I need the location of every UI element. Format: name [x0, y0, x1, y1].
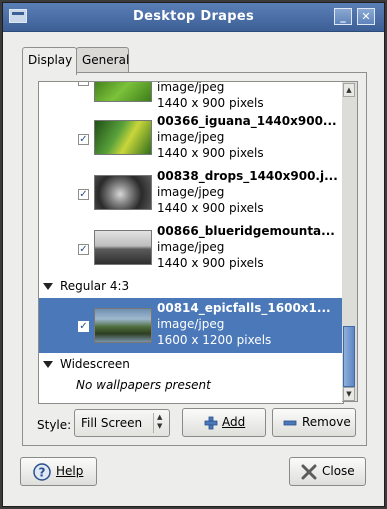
- wallpaper-thumbnail: [94, 120, 152, 155]
- expander-arrow-icon[interactable]: [43, 361, 53, 368]
- item-mime: image/jpeg: [157, 317, 225, 331]
- enable-checkbox[interactable]: ✓: [78, 82, 89, 86]
- tab-display[interactable]: Display: [22, 47, 77, 75]
- list-item[interactable]: ✓ 00838_drops_1440x900.j... image/jpeg 1…: [39, 166, 343, 220]
- expander-arrow-icon[interactable]: [43, 283, 53, 290]
- item-mime: image/jpeg: [157, 130, 225, 144]
- group-regular-4-3[interactable]: Regular 4:3: [39, 276, 343, 298]
- item-name: 00814_epicfalls_1600x1...: [157, 301, 331, 315]
- enable-checkbox[interactable]: ✓: [78, 189, 89, 200]
- tab-display-label: Display: [28, 53, 73, 67]
- style-combobox[interactable]: Fill Screen ▲ ▼: [74, 409, 170, 437]
- close-x-icon: [301, 464, 317, 480]
- item-name: 00866_blueridgemounta...: [157, 224, 335, 238]
- minus-icon: [283, 420, 297, 426]
- item-size: 1440 x 900 pixels: [157, 96, 264, 110]
- combo-separator: [153, 413, 154, 433]
- list-item[interactable]: ✓ image/jpeg 1440 x 900 pixels: [39, 81, 343, 113]
- item-size: 1440 x 900 pixels: [157, 256, 264, 270]
- wallpaper-thumbnail: [94, 308, 152, 343]
- wallpaper-thumbnail: [94, 175, 152, 210]
- wallpaper-list[interactable]: ✓ image/jpeg 1440 x 900 pixels ✓ 00366_i…: [38, 81, 344, 404]
- tab-general[interactable]: General: [76, 47, 129, 73]
- item-size: 1600 x 1200 pixels: [157, 333, 272, 347]
- item-size: 1440 x 900 pixels: [157, 146, 264, 160]
- window-title: Desktop Drapes: [132, 9, 254, 24]
- item-mime: image/jpeg: [157, 81, 225, 94]
- display-tab-panel: ✓ image/jpeg 1440 x 900 pixels ✓ 00366_i…: [22, 72, 367, 446]
- list-item[interactable]: ✓ 00866_blueridgemounta... image/jpeg 14…: [39, 221, 343, 275]
- enable-checkbox[interactable]: ✓: [78, 244, 89, 255]
- wallpaper-thumbnail: [94, 230, 152, 265]
- scroll-thumb[interactable]: [343, 326, 355, 387]
- empty-group-message: No wallpapers present: [76, 378, 211, 392]
- list-item-selected[interactable]: ✓ 00814_epicfalls_1600x1... image/jpeg 1…: [39, 298, 343, 353]
- add-button-label: Add: [222, 415, 246, 429]
- style-label: Style:: [37, 418, 72, 432]
- close-button[interactable]: Close: [289, 457, 366, 486]
- svg-text:?: ?: [39, 466, 46, 480]
- item-info: 00866_blueridgemounta... image/jpeg 1440…: [157, 223, 335, 271]
- item-size: 1440 x 900 pixels: [157, 201, 264, 215]
- help-icon: ?: [33, 463, 51, 481]
- item-mime: image/jpeg: [157, 240, 225, 254]
- scroll-down-button[interactable]: ▼: [343, 387, 355, 401]
- plus-icon: [204, 416, 218, 430]
- item-info: 00838_drops_1440x900.j... image/jpeg 144…: [157, 168, 338, 216]
- item-info: 00366_iguana_1440x900... image/jpeg 1440…: [157, 113, 337, 161]
- item-info: image/jpeg 1440 x 900 pixels: [157, 81, 264, 111]
- close-button-label: Close: [322, 464, 355, 478]
- group-label: Widescreen: [60, 357, 130, 371]
- close-icon: ✕: [361, 10, 371, 23]
- style-value: Fill Screen: [81, 416, 143, 430]
- scroll-up-button[interactable]: ▲: [343, 83, 355, 97]
- enable-checkbox[interactable]: ✓: [78, 134, 89, 145]
- tab-general-label: General: [82, 53, 130, 67]
- item-name: 00366_iguana_1440x900...: [157, 114, 337, 128]
- minimize-icon: _: [340, 10, 346, 23]
- item-mime: image/jpeg: [157, 185, 225, 199]
- list-item[interactable]: ✓ 00366_iguana_1440x900... image/jpeg 14…: [39, 111, 343, 165]
- dialog-window: Desktop Drapes _ ✕ Display General ✓ ima…: [2, 2, 385, 507]
- help-button[interactable]: ? Help: [20, 457, 97, 486]
- title-bar[interactable]: Desktop Drapes _ ✕: [3, 3, 384, 32]
- minimize-button[interactable]: _: [334, 8, 352, 25]
- list-scrollbar[interactable]: ▲ ▼: [342, 81, 358, 402]
- close-window-button[interactable]: ✕: [357, 8, 375, 25]
- remove-button-label: Remove: [302, 415, 351, 429]
- enable-checkbox[interactable]: ✓: [78, 321, 89, 332]
- updown-arrows-icon: ▲ ▼: [157, 413, 163, 430]
- remove-button[interactable]: Remove: [272, 408, 356, 437]
- item-name: 00838_drops_1440x900.j...: [157, 169, 338, 183]
- group-label: Regular 4:3: [60, 279, 130, 293]
- item-info: 00814_epicfalls_1600x1... image/jpeg 160…: [157, 300, 331, 348]
- group-widescreen[interactable]: Widescreen: [39, 354, 343, 376]
- add-button[interactable]: Add: [182, 408, 266, 437]
- help-button-label: Help: [56, 464, 84, 478]
- wallpaper-thumbnail: [94, 82, 152, 102]
